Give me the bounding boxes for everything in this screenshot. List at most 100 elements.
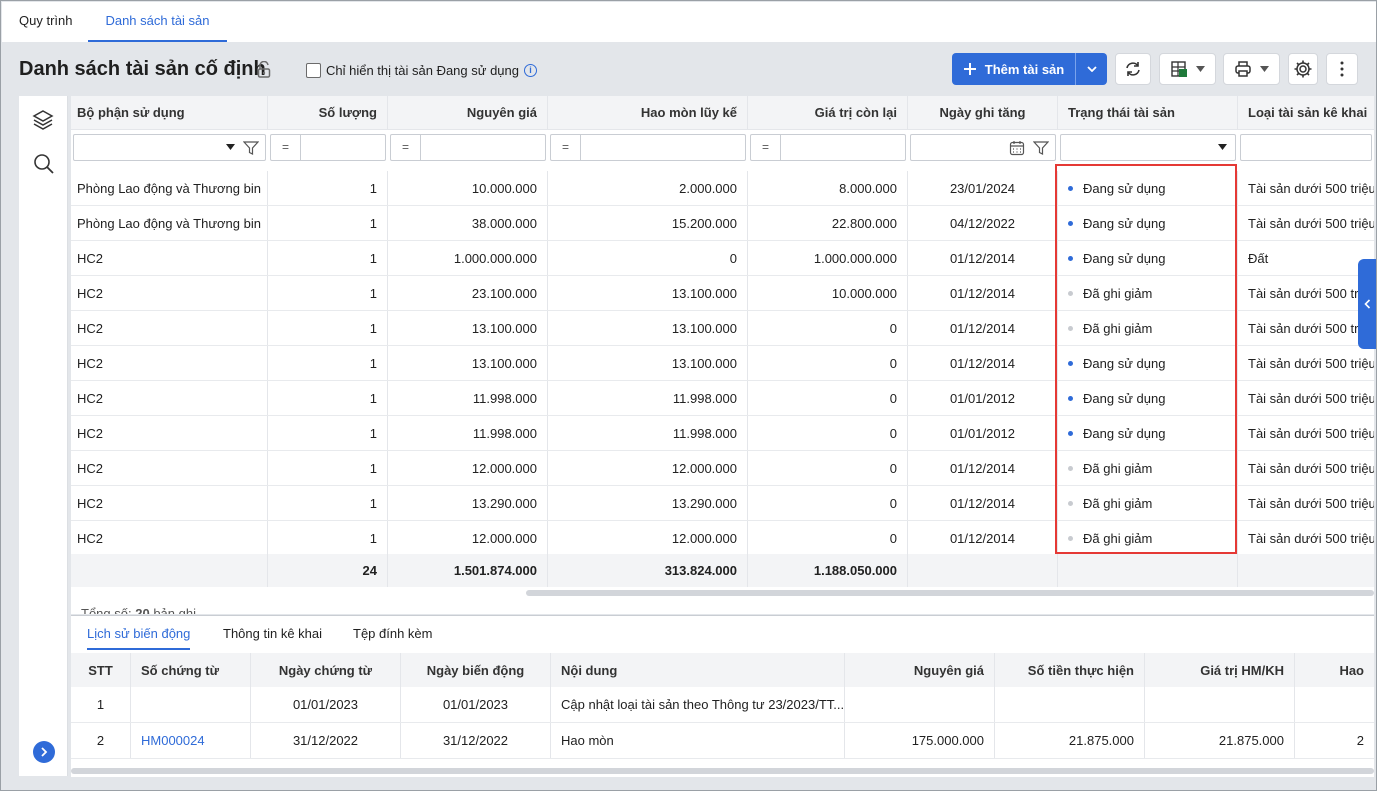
cell-text: 0 bbox=[889, 390, 897, 406]
cell-text: 13.100.000 bbox=[471, 355, 537, 371]
cell-remaining-value: 0 bbox=[748, 311, 908, 345]
filter-operator[interactable]: = bbox=[271, 134, 301, 160]
grid-header: Bộ phận sử dụng Số lượng Nguyên giá Hao … bbox=[71, 96, 1374, 130]
cell-text: 23.100.000 bbox=[471, 285, 537, 301]
col-header[interactable]: Giá trị HM/KH bbox=[1145, 653, 1295, 687]
search-icon[interactable] bbox=[33, 153, 55, 175]
cell-text: Cập nhật loại tài sản theo Thông tư 23/2… bbox=[561, 697, 845, 712]
tab-declaration-info[interactable]: Thông tin kê khai bbox=[223, 618, 322, 650]
history-row[interactable]: 1 01/01/2023 01/01/2023 Cập nhật loại tài s… bbox=[71, 687, 1374, 723]
filter-icon[interactable] bbox=[243, 140, 259, 156]
calendar-icon[interactable] bbox=[1009, 140, 1025, 156]
filter-increase-date[interactable] bbox=[910, 133, 1056, 161]
cell-text: 13.100.000 bbox=[471, 320, 537, 336]
filter-declared-type[interactable] bbox=[1240, 133, 1372, 161]
col-header[interactable]: Nội dung bbox=[551, 653, 845, 687]
cell-department: HC2 bbox=[71, 486, 268, 520]
print-button[interactable] bbox=[1223, 53, 1280, 85]
filter-status[interactable] bbox=[1060, 133, 1236, 161]
more-options-button[interactable] bbox=[1326, 53, 1358, 85]
col-header[interactable]: Hao bbox=[1295, 653, 1374, 687]
cell-text: Phòng Lao động và Thương bin bbox=[77, 180, 261, 196]
col-header[interactable]: Ngày biến động bbox=[401, 653, 551, 687]
col-header[interactable]: Nguyên giá bbox=[388, 96, 548, 129]
cell-text: Tài sản dưới 500 triệu bbox=[1248, 320, 1374, 336]
filter-icon[interactable] bbox=[1033, 140, 1049, 156]
col-header[interactable]: Ngày ghi tăng bbox=[908, 96, 1058, 129]
cell-text: 13.100.000 bbox=[671, 285, 737, 301]
export-excel-button[interactable] bbox=[1159, 53, 1216, 85]
filter-department[interactable] bbox=[73, 133, 266, 161]
cell-text: 01/01/2023 bbox=[442, 697, 509, 712]
history-cell: Cập nhật loại tài sản theo Thông tư 23/2… bbox=[551, 687, 845, 722]
filter-quantity[interactable]: = bbox=[270, 133, 386, 161]
col-header[interactable]: Trạng thái tài sản bbox=[1058, 96, 1238, 129]
col-header[interactable]: Nguyên giá bbox=[845, 653, 995, 687]
unlock-icon[interactable] bbox=[257, 61, 271, 78]
col-header[interactable]: Hao mòn lũy kế bbox=[548, 96, 748, 129]
cell-increase-date: 04/12/2022 bbox=[908, 206, 1058, 240]
caret-down-icon bbox=[1218, 143, 1227, 150]
voucher-link[interactable]: HM000024 bbox=[141, 733, 205, 748]
add-asset-button[interactable]: Thêm tài sản bbox=[952, 53, 1075, 85]
cell-text: 12.000.000 bbox=[671, 460, 737, 476]
tab-quy-trinh[interactable]: Quy trình bbox=[19, 2, 72, 42]
cell-original-cost: 13.100.000 bbox=[388, 346, 548, 380]
horizontal-scrollbar[interactable] bbox=[526, 590, 1374, 596]
add-asset-dropdown[interactable] bbox=[1076, 53, 1107, 85]
cell-department: Phòng Lao động và Thương bin bbox=[71, 171, 268, 205]
col-header[interactable]: Số lượng bbox=[268, 96, 388, 129]
only-in-use-filter[interactable]: Chỉ hiển thị tài sản Đang sử dụng i bbox=[306, 61, 537, 79]
col-header[interactable]: Số chứng từ bbox=[131, 653, 251, 687]
history-cell bbox=[1145, 687, 1295, 722]
history-cell: 21.875.000 bbox=[995, 723, 1145, 758]
col-header[interactable]: Giá trị còn lại bbox=[748, 96, 908, 129]
cell-accumulated-depreciation: 11.998.000 bbox=[548, 381, 748, 415]
info-icon[interactable]: i bbox=[524, 63, 537, 77]
cell-text: 0 bbox=[889, 425, 897, 441]
total-depreciation: 313.824.000 bbox=[548, 554, 748, 587]
col-header[interactable]: Ngày chứng từ bbox=[251, 653, 401, 687]
side-panel-toggle[interactable] bbox=[1358, 259, 1376, 349]
tab-danh-sach-tai-san[interactable]: Danh sách tài sản bbox=[88, 2, 227, 42]
only-in-use-checkbox[interactable] bbox=[306, 62, 321, 78]
cell-accumulated-depreciation: 15.200.000 bbox=[548, 206, 748, 240]
cell-text: 11.998.000 bbox=[472, 390, 537, 406]
history-row[interactable]: 2 HM000024 31/12/2022 31/12/2022 Hao mòn 175.… bbox=[71, 723, 1374, 759]
cell-department: HC2 bbox=[71, 451, 268, 485]
filter-original-cost[interactable]: = bbox=[390, 133, 546, 161]
cell-accumulated-depreciation: 12.000.000 bbox=[548, 451, 748, 485]
cell-text: 21.875.000 bbox=[1218, 733, 1284, 748]
cell-text: 1 bbox=[369, 495, 377, 511]
filter-operator[interactable]: = bbox=[391, 134, 421, 160]
refresh-button[interactable] bbox=[1115, 53, 1151, 85]
col-header[interactable]: Số tiền thực hiện bbox=[995, 653, 1145, 687]
cell-text: 01/12/2014 bbox=[949, 285, 1016, 301]
cell-text: 11.998.000 bbox=[672, 390, 737, 406]
layers-icon[interactable] bbox=[32, 109, 54, 131]
filter-operator[interactable]: = bbox=[551, 134, 581, 160]
cell-accumulated-depreciation: 2.000.000 bbox=[548, 171, 748, 205]
filter-remaining-value[interactable]: = bbox=[750, 133, 906, 161]
cell-declared-type: Tài sản dưới 500 triệu bbox=[1238, 171, 1374, 205]
cell-department: HC2 bbox=[71, 241, 268, 275]
cell-text: HC2 bbox=[77, 390, 104, 406]
settings-button[interactable] bbox=[1288, 53, 1318, 85]
cell-quantity: 1 bbox=[268, 311, 388, 345]
cell-text: 8.000.000 bbox=[839, 180, 897, 196]
cell-quantity: 1 bbox=[268, 451, 388, 485]
cell-remaining-value: 0 bbox=[748, 346, 908, 380]
cell-text: 01/12/2014 bbox=[949, 355, 1016, 371]
col-header[interactable]: STT bbox=[71, 653, 131, 687]
cell-text: 1 bbox=[96, 697, 105, 712]
expand-rail-button[interactable] bbox=[33, 741, 55, 763]
tab-change-history[interactable]: Lịch sử biến động bbox=[87, 618, 191, 650]
col-header[interactable]: Bộ phận sử dụng bbox=[71, 96, 268, 129]
filter-operator[interactable]: = bbox=[751, 134, 781, 160]
col-header[interactable]: Loại tài sản kê khai bbox=[1238, 96, 1374, 129]
detail-horizontal-scrollbar[interactable] bbox=[71, 768, 1374, 774]
filter-depreciation[interactable]: = bbox=[550, 133, 746, 161]
cell-department: HC2 bbox=[71, 276, 268, 310]
tab-attachments[interactable]: Tệp đính kèm bbox=[353, 618, 433, 650]
cell-declared-type: Tài sản dưới 500 triệu bbox=[1238, 486, 1374, 520]
